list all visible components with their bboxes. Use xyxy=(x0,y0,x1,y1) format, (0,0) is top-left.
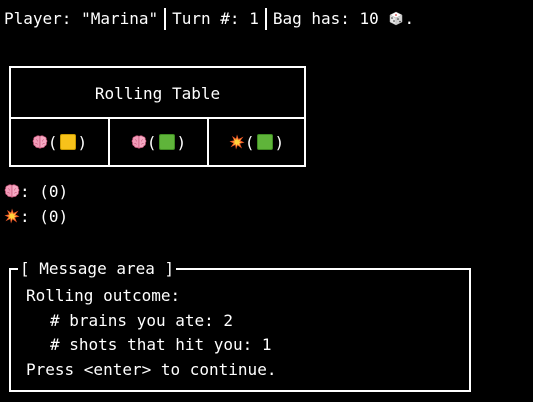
green-die-icon xyxy=(158,134,175,150)
player-name: Player: "Marina" xyxy=(4,9,159,28)
message-area-title: [ Message area ] xyxy=(18,257,177,281)
shots-counter: : (0) xyxy=(4,205,68,229)
shots-count: : (0) xyxy=(20,207,69,226)
brain-icon xyxy=(131,134,147,150)
rolled-die-cell: () xyxy=(209,119,304,165)
brains-count: : (0) xyxy=(20,182,69,201)
paren-close: ) xyxy=(176,132,187,152)
green-die-icon xyxy=(256,134,273,150)
message-line: Rolling outcome: xyxy=(26,286,181,305)
brains-counter: : (0) xyxy=(4,180,68,204)
brain-icon xyxy=(4,183,20,199)
message-line: # shots that hit you: 1 xyxy=(50,335,272,354)
paren-open: ( xyxy=(244,132,255,152)
paren-open: ( xyxy=(47,132,58,152)
message-line: # brains you ate: 2 xyxy=(50,311,234,330)
bag-suffix: . xyxy=(404,9,415,28)
continue-prompt: Press <enter> to continue. xyxy=(26,360,277,379)
rolled-die-cell: () xyxy=(110,119,207,165)
message-area: [ Message area ] Rolling outcome: # brai… xyxy=(9,257,471,392)
rolling-table: Rolling Table () () () xyxy=(9,66,306,167)
dice-icon xyxy=(388,10,404,26)
rolling-table-title: Rolling Table xyxy=(94,84,221,103)
rolled-die-cell: () xyxy=(11,119,108,165)
turn-number: Turn #: 1 xyxy=(172,9,259,28)
paren-close: ) xyxy=(274,132,285,152)
status-divider xyxy=(264,8,267,30)
yellow-die-icon xyxy=(59,134,76,150)
status-divider xyxy=(164,8,167,30)
bag-count: Bag has: 10 xyxy=(272,9,379,28)
brain-icon xyxy=(32,134,48,150)
status-bar: Player: "Marina" Turn #: 1 Bag has: 10 . xyxy=(4,7,414,31)
explosion-icon xyxy=(229,134,245,150)
explosion-icon xyxy=(4,208,20,224)
paren-open: ( xyxy=(146,132,157,152)
paren-close: ) xyxy=(77,132,88,152)
